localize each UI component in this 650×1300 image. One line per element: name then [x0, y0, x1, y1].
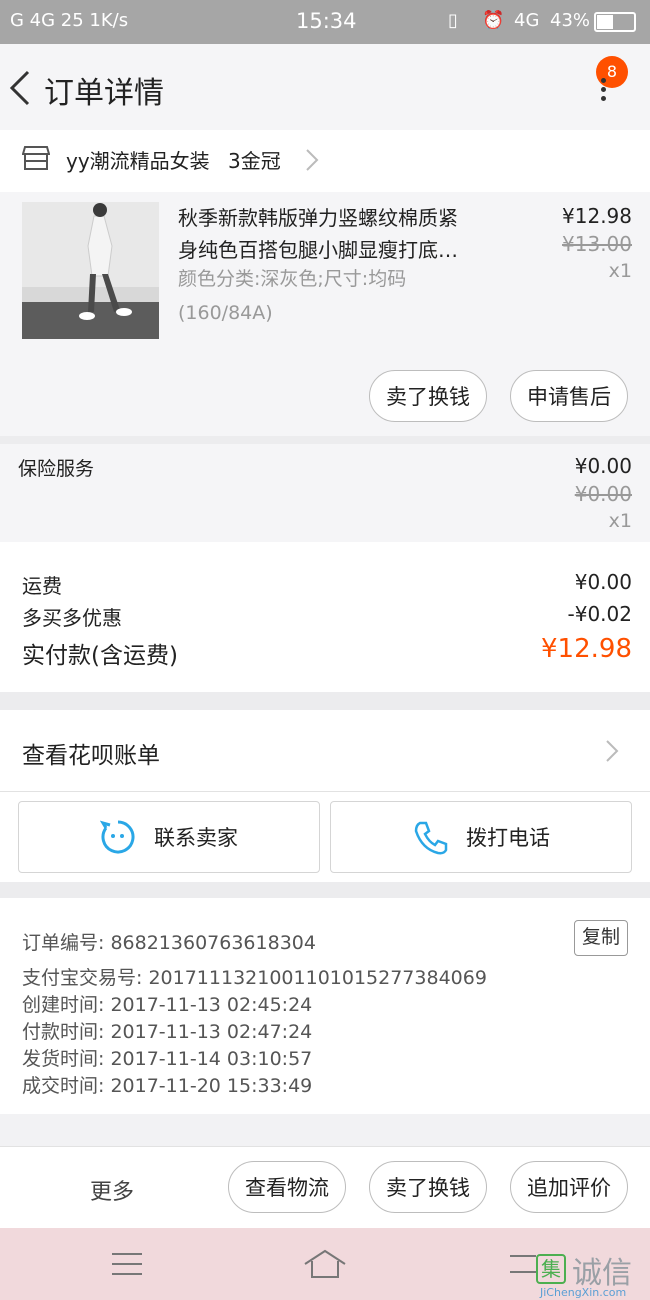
menu-icon[interactable]: [111, 1250, 143, 1278]
more-menu-icon[interactable]: [601, 78, 607, 101]
payment-summary: 运费 ¥0.00 多买多优惠 -¥0.02 实付款(含运费) ¥12.98: [0, 542, 650, 692]
product-title: 秋季新款韩版弹力竖螺纹棉质紧 身纯色百搭包腿小脚显瘦打底…: [178, 202, 458, 266]
insurance-original-price: ¥0.00: [574, 482, 632, 506]
back-arrow-icon[interactable]: [6, 68, 34, 108]
call-button[interactable]: 拨打电话: [330, 801, 632, 873]
status-time: 15:34: [296, 9, 357, 33]
alarm-icon: ⏰: [482, 10, 505, 31]
alipay-trade-number: 支付宝交易号: 2017111321001101015277384069: [22, 967, 487, 989]
status-bar: G 4G 25 1K/s 15:34 ▯ ⏰ 4G 43%: [0, 0, 650, 44]
vibrate-icon: ▯: [448, 10, 458, 31]
signal-status-text: G 4G 25 1K/s: [10, 10, 129, 31]
contact-seller-button[interactable]: 联系卖家: [18, 801, 320, 873]
completed-time: 成交时间: 2017-11-20 15:33:49: [22, 1075, 313, 1097]
order-number: 订单编号: 86821360763618304: [22, 932, 316, 954]
chat-face-icon: [100, 820, 135, 854]
insurance-row: 保险服务 ¥0.00 ¥0.00 x1: [0, 444, 650, 542]
order-info: 订单编号: 86821360763618304 复制 支付宝交易号: 20171…: [0, 898, 650, 1114]
huabei-bill-row[interactable]: 查看花呗账单: [0, 710, 650, 792]
resell-button[interactable]: 卖了换钱: [369, 370, 487, 422]
view-logistics-button[interactable]: 查看物流: [228, 1161, 346, 1213]
shipping-value: ¥0.00: [574, 570, 632, 594]
battery-icon: [594, 12, 636, 32]
divider: [0, 436, 650, 444]
paid-time: 付款时间: 2017-11-13 02:47:24: [22, 1021, 313, 1043]
product-title-line1: 秋季新款韩版弹力竖螺纹棉质紧: [178, 206, 458, 230]
phone-icon: [414, 821, 448, 855]
shop-row[interactable]: yy潮流精品女装 3金冠: [0, 130, 650, 192]
divider: [0, 882, 650, 898]
contact-seller-label: 联系卖家: [154, 826, 238, 850]
nav-bar: 订单详情 8: [0, 44, 650, 130]
resell-button-bottom[interactable]: 卖了换钱: [369, 1161, 487, 1213]
back-nav-icon[interactable]: [506, 1250, 540, 1278]
insurance-qty: x1: [608, 510, 632, 532]
product-thumbnail: [22, 202, 159, 339]
product-spec: 颜色分类:深灰色;尺寸:均码 (160/84A): [178, 262, 406, 330]
shop-icon: [22, 146, 50, 170]
product-original-price: ¥13.00: [562, 232, 632, 256]
product-spec-line1: 颜色分类:深灰色;尺寸:均码: [178, 268, 407, 290]
created-time: 创建时间: 2017-11-13 02:45:24: [22, 994, 313, 1016]
shop-level: 3金冠: [228, 149, 281, 173]
after-sale-button[interactable]: 申请售后: [510, 370, 628, 422]
watermark-subtext: JiChengXin.com: [540, 1286, 627, 1299]
paid-value: ¥12.98: [541, 634, 632, 664]
shipped-time: 发货时间: 2017-11-14 03:10:57: [22, 1048, 313, 1070]
divider: [0, 692, 650, 710]
discount-label: 多买多优惠: [22, 606, 122, 630]
insurance-label: 保险服务: [18, 458, 95, 480]
shipping-label: 运费: [22, 574, 62, 598]
product-spec-line2: (160/84A): [178, 302, 273, 324]
copy-button[interactable]: 复制: [574, 920, 628, 956]
call-label: 拨打电话: [466, 826, 550, 850]
chevron-right-icon: [306, 149, 319, 171]
huabei-label: 查看花呗账单: [22, 743, 160, 769]
paid-label: 实付款(含运费): [22, 643, 178, 669]
chevron-right-icon: [606, 740, 619, 762]
discount-value: -¥0.02: [567, 602, 632, 626]
system-nav-bar: 集 诚信 JiChengXin.com: [0, 1228, 650, 1300]
page-title: 订单详情: [44, 76, 164, 111]
bottom-action-bar: 更多 查看物流 卖了换钱 追加评价: [0, 1146, 650, 1228]
watermark-logo-icon: 集: [536, 1254, 566, 1284]
home-icon[interactable]: [303, 1248, 347, 1280]
more-button[interactable]: 更多: [90, 1174, 134, 1206]
network-type: 4G: [514, 10, 540, 31]
battery-percent: 43%: [550, 10, 591, 31]
product-price: ¥12.98: [562, 204, 632, 228]
add-review-button[interactable]: 追加评价: [510, 1161, 628, 1213]
product-qty: x1: [608, 260, 632, 282]
product-card[interactable]: 秋季新款韩版弹力竖螺纹棉质紧 身纯色百搭包腿小脚显瘦打底… 颜色分类:深灰色;尺…: [0, 192, 650, 436]
contact-actions: 联系卖家 拨打电话: [0, 792, 650, 882]
shop-name: yy潮流精品女装: [66, 149, 210, 173]
insurance-price: ¥0.00: [574, 454, 632, 478]
